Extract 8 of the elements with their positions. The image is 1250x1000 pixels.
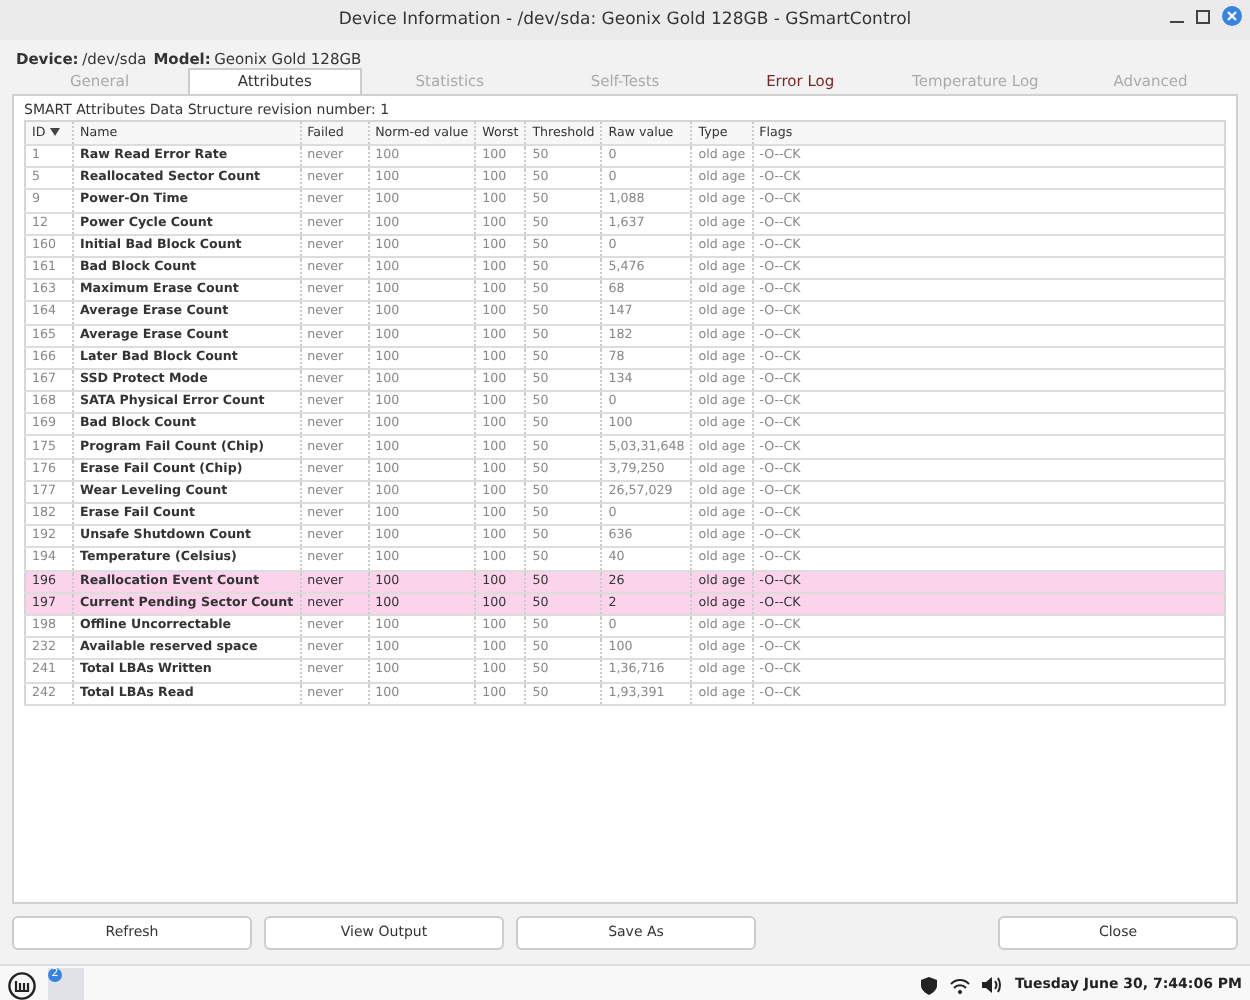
shield-icon[interactable] xyxy=(920,975,939,995)
wifi-icon[interactable] xyxy=(950,977,971,993)
sort-down-icon xyxy=(49,127,60,136)
volume-icon[interactable] xyxy=(982,976,1003,994)
close-icon[interactable] xyxy=(1222,6,1242,26)
maximize-icon[interactable] xyxy=(1196,9,1210,23)
menu-logo-icon[interactable] xyxy=(8,971,36,999)
window-title: Device Information - /dev/sda: Geonix Gold 128GB - GSmartControl xyxy=(338,7,912,33)
